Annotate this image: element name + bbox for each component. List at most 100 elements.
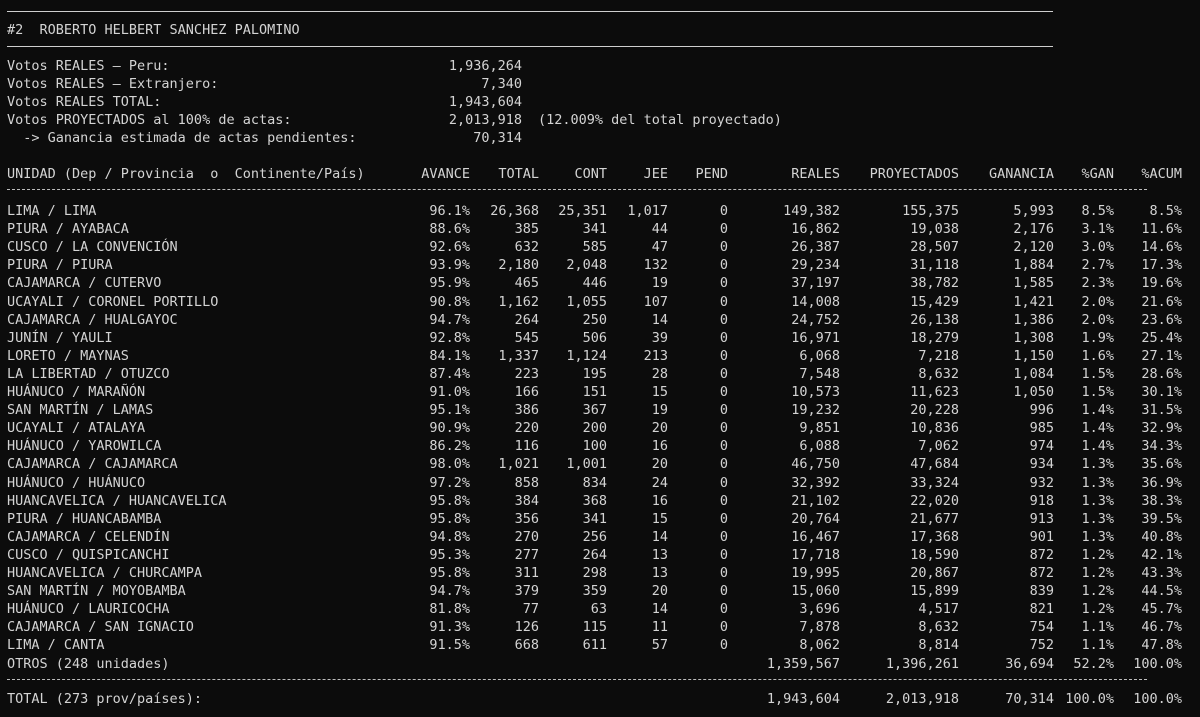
- cell-avance: 94.7%: [429, 312, 470, 328]
- cell-unidad: HUÁNUCO / YAROWILCA: [7, 438, 162, 454]
- cell-pct-acum: 43.3%: [1141, 565, 1182, 581]
- cell-ganancia: 918: [1029, 493, 1054, 509]
- cell-pct-gan: 1.3%: [1081, 493, 1114, 509]
- summary-value: 7,340: [481, 76, 522, 92]
- cell-avance: 95.8%: [429, 565, 470, 581]
- cell-cont: 250: [582, 312, 607, 328]
- cell-ganancia: 1,386: [1013, 312, 1054, 328]
- cell-unidad: CAJAMARCA / CUTERVO: [7, 275, 162, 291]
- cell-proyectados: 28,507: [910, 239, 959, 255]
- cell-avance: 81.8%: [429, 601, 470, 617]
- summary-label: Votos REALES — Extranjero:: [7, 76, 219, 92]
- cell-avance: 94.7%: [429, 583, 470, 599]
- cell-pend: 0: [719, 601, 728, 617]
- summary-row: Votos REALES — Peru: 1,936,264: [0, 57, 1200, 75]
- cell-cont: [545, 655, 607, 673]
- cell-pct-gan: 3.1%: [1081, 221, 1114, 237]
- cell-pct-acum: 100.0%: [1133, 691, 1182, 707]
- cell-ganancia: GANANCIA: [988, 166, 1054, 182]
- cell-jee: 14: [651, 529, 668, 545]
- cell-pct-acum: 45.7%: [1141, 601, 1182, 617]
- cell-total: 668: [514, 637, 539, 653]
- cell-pct-gan: 2.3%: [1081, 275, 1114, 291]
- cell-cont: 1,001: [566, 456, 607, 472]
- cell-reales: 149,382: [783, 203, 840, 219]
- cell-pct-acum: 17.3%: [1141, 257, 1182, 273]
- cell-avance: 87.4%: [429, 366, 470, 382]
- cell-cont: 1,055: [566, 294, 607, 310]
- cell-proyectados: 31,118: [910, 257, 959, 273]
- header-divider: [7, 189, 1147, 190]
- cell-pct-gan: %GAN: [1081, 166, 1114, 182]
- cell-unidad: UCAYALI / CORONEL PORTILLO: [7, 294, 219, 310]
- cell-total: 632: [514, 239, 539, 255]
- cell-ganancia: 1,421: [1013, 294, 1054, 310]
- cell-proyectados: 17,368: [910, 529, 959, 545]
- cell-unidad: CAJAMARCA / CELENDÍN: [7, 529, 170, 545]
- cell-ganancia: 754: [1029, 619, 1054, 635]
- cell-total: 1,021: [498, 456, 539, 472]
- cell-unidad: CUSCO / LA CONVENCIÓN: [7, 239, 178, 255]
- cell-jee: 47: [651, 239, 668, 255]
- cell-pct-gan: 52.2%: [1073, 656, 1114, 672]
- cell-pct-acum: 100.0%: [1133, 656, 1182, 672]
- cell-avance: 86.2%: [429, 438, 470, 454]
- cell-reales: 1,943,604: [766, 691, 840, 707]
- cell-pct-gan: 3.0%: [1081, 239, 1114, 255]
- cell-pend: 0: [719, 583, 728, 599]
- cell-pend: 0: [719, 257, 728, 273]
- cell-ganancia: 913: [1029, 511, 1054, 527]
- cell-jee: 44: [651, 221, 668, 237]
- cell-avance: 95.8%: [429, 511, 470, 527]
- table-row: PIURA / PIURA 93.9% 2,180 2,048 132 0 29,234 31…: [0, 256, 1200, 274]
- cell-total: 311: [514, 565, 539, 581]
- cell-pct-acum: 39.5%: [1141, 511, 1182, 527]
- cell-total: 77: [522, 601, 539, 617]
- summary-label: -> Ganancia estimada de actas pendientes…: [7, 130, 357, 146]
- cell-jee: 13: [651, 565, 668, 581]
- cell-pct-acum: 11.6%: [1141, 221, 1182, 237]
- cell-unidad: LA LIBERTAD / OTUZCO: [7, 366, 170, 382]
- cell-pct-gan: 1.5%: [1081, 366, 1114, 382]
- cell-avance: 98.0%: [429, 456, 470, 472]
- cell-avance: 96.1%: [429, 203, 470, 219]
- cell-proyectados: 8,814: [918, 637, 959, 653]
- cell-pct-acum: 23.6%: [1141, 312, 1182, 328]
- cell-ganancia: 1,585: [1013, 275, 1054, 291]
- cell-proyectados: 7,062: [918, 438, 959, 454]
- cell-jee: 16: [651, 438, 668, 454]
- cell-ganancia: 872: [1029, 547, 1054, 563]
- cell-avance: 91.3%: [429, 619, 470, 635]
- cell-unidad: CAJAMARCA / HUALGAYOC: [7, 312, 178, 328]
- cell-total: 220: [514, 420, 539, 436]
- cell-pend: PEND: [695, 166, 728, 182]
- cell-proyectados: 2,013,918: [885, 691, 959, 707]
- cell-pct-acum: 34.3%: [1141, 438, 1182, 454]
- cell-reales: 20,764: [791, 511, 840, 527]
- cell-unidad: PIURA / PIURA: [7, 257, 113, 273]
- table-row: LIMA / CANTA 91.5% 668 611 57 0 8,062 8,814 752 1…: [0, 636, 1200, 654]
- cell-pend: 0: [719, 275, 728, 291]
- summary-value: 1,936,264: [448, 58, 522, 74]
- cell-proyectados: 19,038: [910, 221, 959, 237]
- cell-total: 384: [514, 493, 539, 509]
- cell-pct-acum: 32.9%: [1141, 420, 1182, 436]
- summary-row: -> Ganancia estimada de actas pendientes…: [0, 129, 1200, 147]
- cell-jee: 24: [651, 475, 668, 491]
- cell-total: 2,180: [498, 257, 539, 273]
- cell-avance: 94.8%: [429, 529, 470, 545]
- cell-total: [475, 655, 539, 673]
- cell-pct-acum: 27.1%: [1141, 348, 1182, 364]
- table-row: CUSCO / QUISPICANCHI 95.3% 277 264 13 0 17,718…: [0, 546, 1200, 564]
- table-row: LA LIBERTAD / OTUZCO 87.4% 223 195 28 0 7,548 8…: [0, 365, 1200, 383]
- table-row: CAJAMARCA / CUTERVO 95.9% 465 446 19 0 37,197 3…: [0, 274, 1200, 292]
- cell-unidad: HUANCAVELICA / CHURCAMPA: [7, 565, 203, 581]
- cell-reales: 8,062: [799, 637, 840, 653]
- cell-unidad: CUSCO / QUISPICANCHI: [7, 547, 170, 563]
- cell-jee: [612, 655, 668, 673]
- cell-unidad: PIURA / AYABACA: [7, 221, 129, 237]
- cell-reales: 26,387: [791, 239, 840, 255]
- cell-unidad: PIURA / HUANCABAMBA: [7, 511, 162, 527]
- cell-proyectados: 11,623: [910, 384, 959, 400]
- cell-reales: 7,548: [799, 366, 840, 382]
